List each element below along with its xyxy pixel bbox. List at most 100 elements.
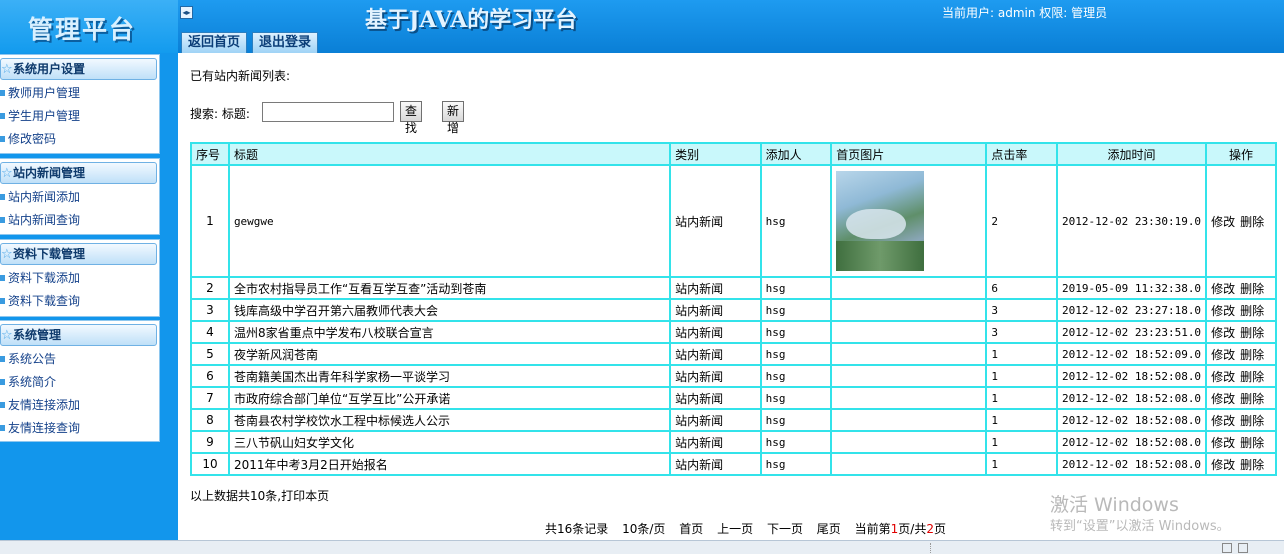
news-category: 站内新闻	[669, 276, 762, 300]
edit-link[interactable]: 修改	[1211, 436, 1235, 450]
row-number: 5	[190, 342, 230, 366]
news-category: 站内新闻	[669, 342, 762, 366]
row-number: 7	[190, 386, 230, 410]
edit-link[interactable]: 修改	[1211, 304, 1235, 318]
sidebar-item-download-query[interactable]: 资料下载查询	[0, 290, 159, 313]
bullet-icon	[0, 194, 5, 200]
collapse-sidebar-icon[interactable]: ◂▸	[180, 6, 193, 19]
added-time: 2012-12-02 23:30:19.0	[1055, 164, 1208, 278]
activation-watermark-hint: 转到“设置”以激活 Windows。	[1050, 519, 1230, 534]
star-icon: ☆	[1, 328, 13, 343]
added-time: 2012-12-02 18:52:08.0	[1055, 386, 1208, 410]
click-count: 3	[985, 298, 1058, 322]
edit-link[interactable]: 修改	[1211, 392, 1235, 406]
edit-link[interactable]: 修改	[1211, 370, 1235, 384]
logo: 管理平台	[28, 15, 137, 44]
delete-link[interactable]: 删除	[1240, 370, 1264, 384]
table-body: 1 gewgwe 站内新闻 hsg 2 2012-12-02 23:30:19.0 修改 删除…	[190, 164, 1277, 476]
row-actions: 修改 删除	[1205, 342, 1277, 366]
row-number: 10	[190, 452, 230, 476]
menu-group-title[interactable]: ☆ 系统用户设置	[0, 58, 157, 80]
bullet-icon	[0, 402, 5, 408]
news-title: 全市农村指导员工作“互看互学互查”活动到苍南	[227, 276, 672, 300]
sidebar-item-intro[interactable]: 系统简介	[0, 371, 159, 394]
column-header: 类别	[669, 142, 762, 166]
menu-group-title[interactable]: ☆ 系统管理	[0, 324, 157, 346]
table-row: 5 夜学新风润苍南 站内新闻 hsg 1 2012-12-02 18:52:09.0 修改删…	[190, 342, 1277, 366]
sidebar-item-link-add[interactable]: 友情连接添加	[0, 394, 159, 417]
sidebar-item-download-add[interactable]: 资料下载添加	[0, 267, 159, 290]
sidebar-item-news-add[interactable]: 站内新闻添加	[0, 186, 159, 209]
news-author: hsg	[759, 320, 833, 344]
sidebar-item-change-password[interactable]: 修改密码	[0, 128, 159, 151]
bullet-icon	[0, 217, 5, 223]
status-icon	[1222, 543, 1232, 553]
table-row: 4 温州8家省重点中学发布八校联合宣言 站内新闻 hsg 3 2012-12-02 23:…	[190, 320, 1277, 344]
added-time: 2012-12-02 18:52:08.0	[1055, 364, 1208, 388]
search-label: 搜索: 标题:	[190, 107, 250, 121]
delete-link[interactable]: 删除	[1240, 304, 1264, 318]
news-image-cell	[830, 408, 988, 432]
added-time: 2019-05-09 11:32:38.0	[1055, 276, 1208, 300]
news-category: 站内新闻	[669, 452, 762, 476]
news-author: hsg	[759, 276, 833, 300]
total-pages-number: 2	[926, 522, 934, 536]
menu-group-title[interactable]: ☆ 资料下载管理	[0, 243, 157, 265]
page-indicator: 当前第1页/共2页	[854, 522, 946, 536]
delete-link[interactable]: 删除	[1240, 458, 1264, 472]
row-actions: 修改 删除	[1205, 298, 1277, 322]
delete-link[interactable]: 删除	[1240, 392, 1264, 406]
delete-link[interactable]: 删除	[1240, 326, 1264, 340]
prev-page-link[interactable]: 上一页	[717, 522, 753, 536]
row-number: 3	[190, 298, 230, 322]
edit-link[interactable]: 修改	[1211, 458, 1235, 472]
column-header: 标题	[227, 142, 672, 166]
last-page-link[interactable]: 尾页	[817, 522, 841, 536]
edit-link[interactable]: 修改	[1211, 414, 1235, 428]
news-author: hsg	[759, 452, 833, 476]
row-number: 2	[190, 276, 230, 300]
news-author: hsg	[759, 408, 833, 432]
next-page-link[interactable]: 下一页	[767, 522, 803, 536]
added-time: 2012-12-02 18:52:08.0	[1055, 452, 1208, 476]
find-button[interactable]: 查找	[400, 101, 423, 135]
click-count: 1	[985, 408, 1058, 432]
tab-logout[interactable]: 退出登录	[252, 32, 319, 53]
added-time: 2012-12-02 18:52:08.0	[1055, 408, 1208, 432]
activation-watermark-title: 激活 Windows	[1050, 494, 1179, 516]
sidebar-item-link-query[interactable]: 友情连接查询	[0, 417, 159, 440]
table-row: 10 2011年中考3月2日开始报名 站内新闻 hsg 1 2012-12-02 18:5…	[190, 452, 1277, 476]
added-time: 2012-12-02 23:27:18.0	[1055, 298, 1208, 322]
sidebar-item-student-users[interactable]: 学生用户管理	[0, 105, 159, 128]
sidebar-item-announcement[interactable]: 系统公告	[0, 348, 159, 371]
status-divider	[930, 543, 932, 553]
tab-home[interactable]: 返回首页	[181, 32, 248, 53]
delete-link[interactable]: 删除	[1240, 414, 1264, 428]
edit-link[interactable]: 修改	[1211, 348, 1235, 362]
news-title: gewgwe	[227, 164, 672, 278]
delete-link[interactable]: 删除	[1240, 282, 1264, 296]
menu-group-title[interactable]: ☆ 站内新闻管理	[0, 162, 157, 184]
sidebar-item-news-query[interactable]: 站内新闻查询	[0, 209, 159, 232]
news-category: 站内新闻	[669, 364, 762, 388]
news-title: 三八节矾山妇女学文化	[227, 430, 672, 454]
added-time: 2012-12-02 18:52:08.0	[1055, 430, 1208, 454]
delete-link[interactable]: 删除	[1240, 215, 1264, 229]
table-header-row: 序号 标题 类别 添加人 首页图片 点击率 添加时间 操作	[190, 142, 1277, 166]
sidebar-item-teacher-users[interactable]: 教师用户管理	[0, 82, 159, 105]
edit-link[interactable]: 修改	[1211, 282, 1235, 296]
click-count: 2	[985, 164, 1058, 278]
delete-link[interactable]: 删除	[1240, 436, 1264, 450]
news-category: 站内新闻	[669, 386, 762, 410]
delete-link[interactable]: 删除	[1240, 348, 1264, 362]
edit-link[interactable]: 修改	[1211, 326, 1235, 340]
per-page: 10条/页	[622, 522, 666, 536]
edit-link[interactable]: 修改	[1211, 215, 1235, 229]
first-page-link[interactable]: 首页	[679, 522, 703, 536]
bullet-icon	[0, 136, 5, 142]
click-count: 1	[985, 430, 1058, 454]
title-search-input[interactable]	[262, 102, 394, 122]
news-image-cell	[830, 164, 988, 278]
bullet-icon	[0, 90, 5, 96]
add-button[interactable]: 新增	[442, 101, 465, 135]
